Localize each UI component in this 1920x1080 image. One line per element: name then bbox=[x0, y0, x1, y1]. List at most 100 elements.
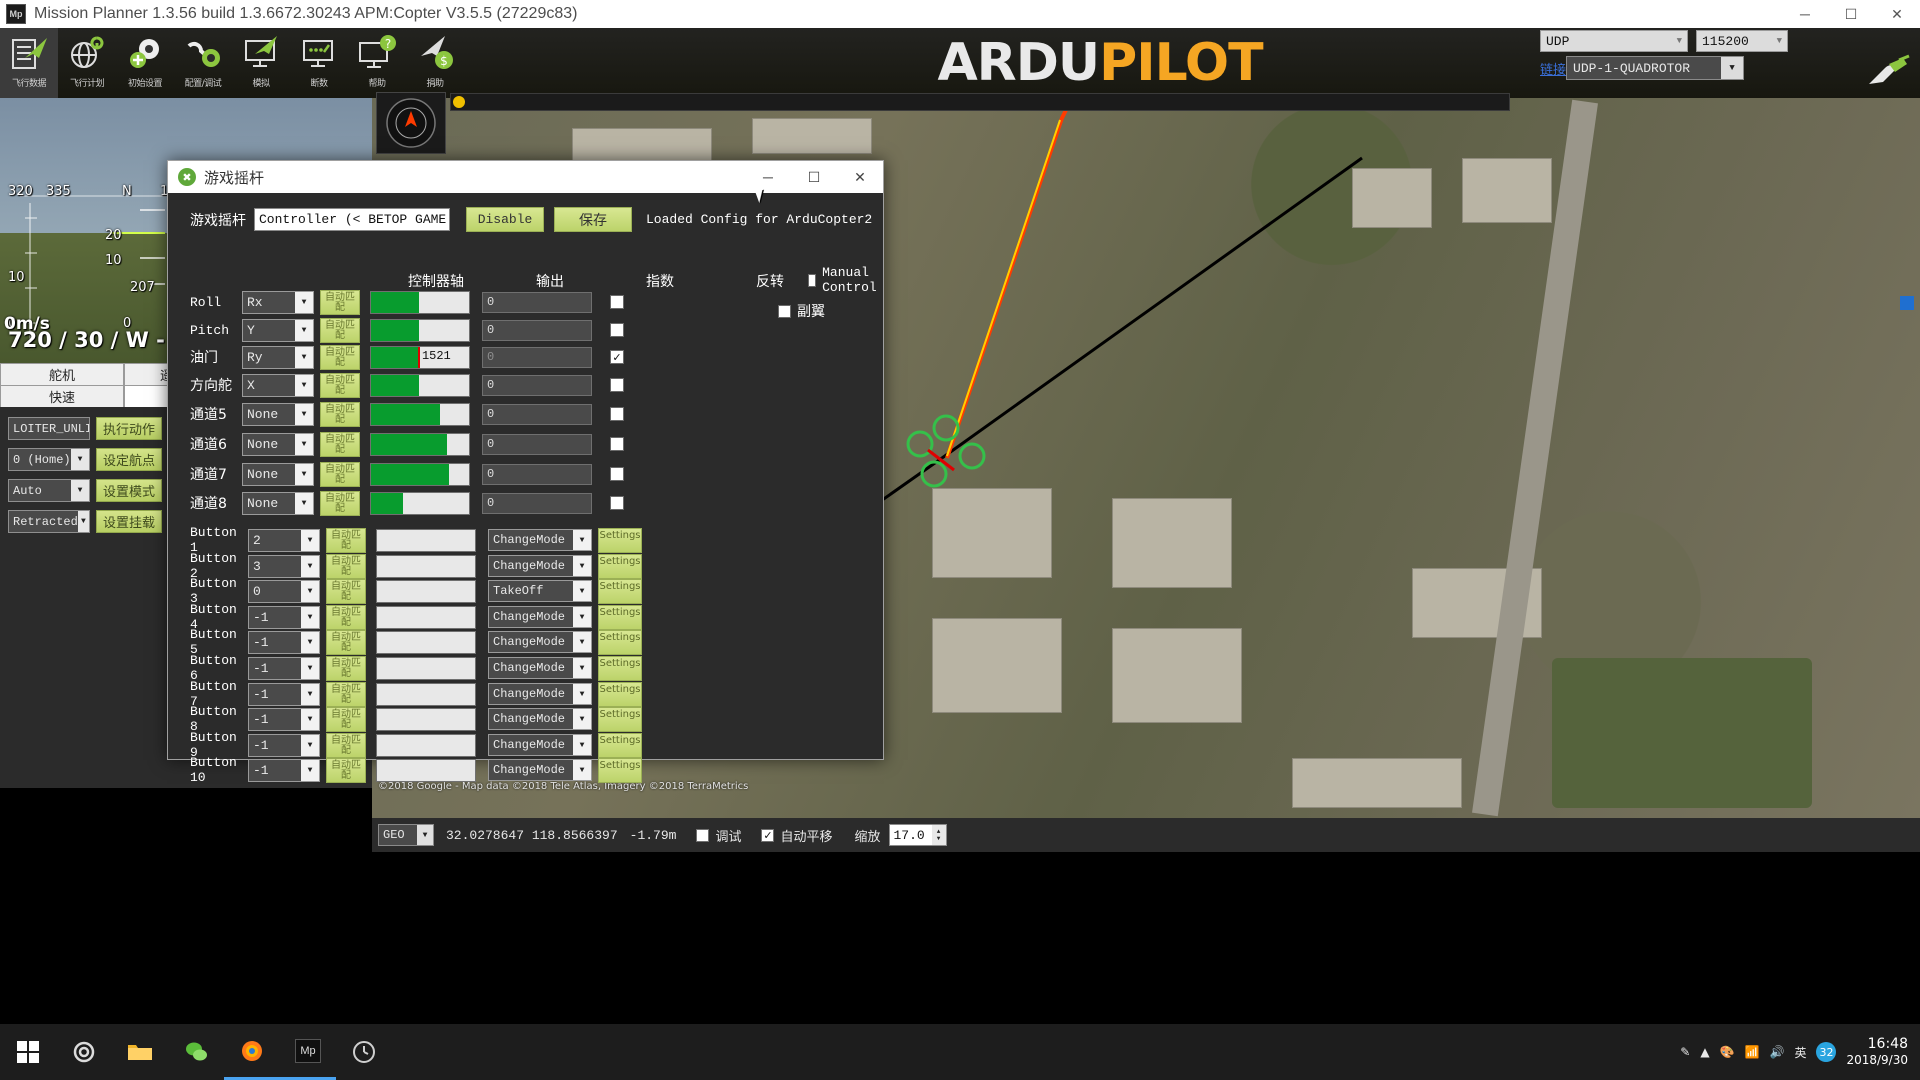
axis-select[interactable]: Y ▼ bbox=[242, 318, 314, 342]
expo-field[interactable]: 0 bbox=[482, 463, 592, 485]
taskbar-item-cortana[interactable] bbox=[56, 1024, 112, 1080]
axis-select[interactable]: None ▼ bbox=[242, 491, 314, 515]
taskbar-item-firefox[interactable] bbox=[224, 1024, 280, 1080]
ime-label[interactable]: 英 bbox=[1794, 1044, 1806, 1061]
baud-select[interactable]: 115200 ▼ bbox=[1696, 30, 1788, 52]
reverse-checkbox[interactable]: ✓ bbox=[610, 350, 624, 364]
settings-button[interactable]: Settings bbox=[598, 553, 642, 579]
taskbar-item-clock-app[interactable] bbox=[336, 1024, 392, 1080]
toolbar-item-flight-data[interactable]: 飞行数据 bbox=[0, 28, 58, 98]
waypoint-select[interactable]: 0 (Home) ▼ bbox=[8, 448, 90, 471]
tab-quick[interactable]: 快速 bbox=[0, 385, 124, 407]
button-action-select[interactable]: TakeOff ▼ bbox=[488, 580, 592, 602]
button-index-select[interactable]: -1 ▼ bbox=[248, 682, 320, 706]
axis-select[interactable]: None ▼ bbox=[242, 462, 314, 486]
dialog-close-button[interactable]: ✕ bbox=[837, 161, 883, 193]
do-action-button[interactable]: 执行动作 bbox=[96, 417, 163, 440]
toolbar-item-donate[interactable]: $ 捐助 bbox=[406, 28, 464, 98]
toolbar-item-simulation[interactable]: 模拟 bbox=[232, 28, 290, 98]
close-button[interactable]: ✕ bbox=[1874, 0, 1920, 28]
settings-button[interactable]: Settings bbox=[598, 629, 642, 655]
axis-select[interactable]: Ry ▼ bbox=[242, 345, 314, 369]
set-waypoint-button[interactable]: 设定航点 bbox=[96, 448, 163, 471]
start-button[interactable] bbox=[0, 1024, 56, 1080]
save-button[interactable]: 保存 bbox=[554, 207, 632, 232]
toolbar-item-initial-setup[interactable]: 初始设置 bbox=[116, 28, 174, 98]
settings-button[interactable]: Settings bbox=[598, 757, 642, 783]
button-action-select[interactable]: ChangeMode ▼ bbox=[488, 555, 592, 577]
taskbar-item-wechat[interactable] bbox=[168, 1024, 224, 1080]
button-index-select[interactable]: -1 ▼ bbox=[248, 758, 320, 782]
paint-icon[interactable]: 🎨 bbox=[1720, 1045, 1735, 1059]
button-index-select[interactable]: -1 ▼ bbox=[248, 733, 320, 757]
auto-match-button[interactable]: 自动匹配 bbox=[326, 527, 366, 553]
button-action-select[interactable]: ChangeMode ▼ bbox=[488, 606, 592, 628]
zoom-stepper[interactable]: 17.0 ▲ ▼ bbox=[888, 824, 947, 846]
taskbar-item-explorer[interactable] bbox=[112, 1024, 168, 1080]
action-select[interactable]: LOITER_UNLIM ▼ bbox=[8, 417, 90, 440]
chevron-up-icon[interactable]: ▲ bbox=[1700, 1045, 1709, 1059]
button-index-select[interactable]: -1 ▼ bbox=[248, 707, 320, 731]
axis-select[interactable]: Rx ▼ bbox=[242, 290, 314, 314]
reverse-checkbox[interactable] bbox=[610, 437, 624, 451]
axis-select[interactable]: None ▼ bbox=[242, 432, 314, 456]
reverse-checkbox[interactable] bbox=[610, 407, 624, 421]
button-action-select[interactable]: ChangeMode ▼ bbox=[488, 683, 592, 705]
auto-match-button[interactable]: 自动匹配 bbox=[326, 629, 366, 655]
auto-match-button[interactable]: 自动匹配 bbox=[326, 681, 366, 707]
auto-match-button[interactable]: 自动匹配 bbox=[320, 317, 360, 343]
joystick-select[interactable]: Controller (< BETOP GAME FOR W ▼ bbox=[254, 208, 450, 231]
auto-match-button[interactable]: 自动匹配 bbox=[320, 289, 360, 315]
auto-match-button[interactable]: 自动匹配 bbox=[326, 706, 366, 732]
settings-button[interactable]: Settings bbox=[598, 604, 642, 630]
toolbar-item-config-tuning[interactable]: 配置/调试 bbox=[174, 28, 232, 98]
auto-match-button[interactable]: 自动匹配 bbox=[326, 655, 366, 681]
settings-button[interactable]: Settings bbox=[598, 655, 642, 681]
button-index-select[interactable]: 3 ▼ bbox=[248, 554, 320, 578]
button-index-select[interactable]: -1 ▼ bbox=[248, 630, 320, 654]
settings-button[interactable]: Settings bbox=[598, 706, 642, 732]
expo-field[interactable]: 0 bbox=[482, 291, 592, 313]
spinner-arrows-icon[interactable]: ▲ ▼ bbox=[931, 825, 946, 845]
auto-match-button[interactable]: 自动匹配 bbox=[320, 401, 360, 427]
reverse-checkbox[interactable] bbox=[610, 295, 624, 309]
settings-button[interactable]: Settings bbox=[598, 681, 642, 707]
pen-icon[interactable]: ✎ bbox=[1680, 1045, 1690, 1059]
auto-match-button[interactable]: 自动匹配 bbox=[326, 604, 366, 630]
auto-match-button[interactable]: 自动匹配 bbox=[320, 490, 360, 516]
taskbar-clock[interactable]: 16:48 2018/9/30 bbox=[1846, 1036, 1908, 1068]
aileron-checkbox[interactable] bbox=[778, 304, 791, 318]
mode-select[interactable]: Auto ▼ bbox=[8, 479, 90, 502]
volume-icon[interactable]: 🔊 bbox=[1770, 1045, 1785, 1059]
autopan-checkbox[interactable]: ✓ bbox=[761, 828, 775, 842]
button-action-select[interactable]: ChangeMode ▼ bbox=[488, 708, 592, 730]
button-index-select[interactable]: 0 ▼ bbox=[248, 579, 320, 603]
expo-field[interactable]: 0 bbox=[482, 433, 592, 455]
auto-match-button[interactable]: 自动匹配 bbox=[320, 461, 360, 487]
axis-select[interactable]: X ▼ bbox=[242, 373, 314, 397]
settings-button[interactable]: Settings bbox=[598, 578, 642, 604]
auto-match-button[interactable]: 自动匹配 bbox=[320, 344, 360, 370]
reverse-checkbox[interactable] bbox=[610, 496, 624, 510]
network-icon[interactable]: 📶 bbox=[1745, 1045, 1760, 1059]
set-mode-button[interactable]: 设置模式 bbox=[96, 479, 163, 502]
auto-match-button[interactable]: 自动匹配 bbox=[326, 757, 366, 783]
dialog-maximize-button[interactable]: ☐ bbox=[791, 161, 837, 193]
button-index-select[interactable]: 2 ▼ bbox=[248, 528, 320, 552]
minimize-button[interactable]: ─ bbox=[1782, 0, 1828, 28]
button-action-select[interactable]: ChangeMode ▼ bbox=[488, 529, 592, 551]
reverse-checkbox[interactable] bbox=[610, 467, 624, 481]
toolbar-item-terminal[interactable]: 断数 bbox=[290, 28, 348, 98]
set-mount-button[interactable]: 设置挂载 bbox=[96, 510, 163, 533]
map-layer-select[interactable]: GEO ▼ bbox=[378, 824, 434, 846]
auto-match-button[interactable]: 自动匹配 bbox=[326, 732, 366, 758]
auto-match-button[interactable]: 自动匹配 bbox=[326, 578, 366, 604]
vehicle-select[interactable]: UDP-1-QUADROTOR ▼ bbox=[1566, 56, 1745, 80]
reverse-checkbox[interactable] bbox=[610, 323, 624, 337]
settings-button[interactable]: Settings bbox=[598, 732, 642, 758]
expo-field[interactable]: 0 bbox=[482, 492, 592, 514]
button-action-select[interactable]: ChangeMode ▼ bbox=[488, 631, 592, 653]
disable-button[interactable]: Disable bbox=[466, 207, 544, 232]
button-index-select[interactable]: -1 ▼ bbox=[248, 605, 320, 629]
dialog-minimize-button[interactable]: ─ bbox=[745, 161, 791, 193]
